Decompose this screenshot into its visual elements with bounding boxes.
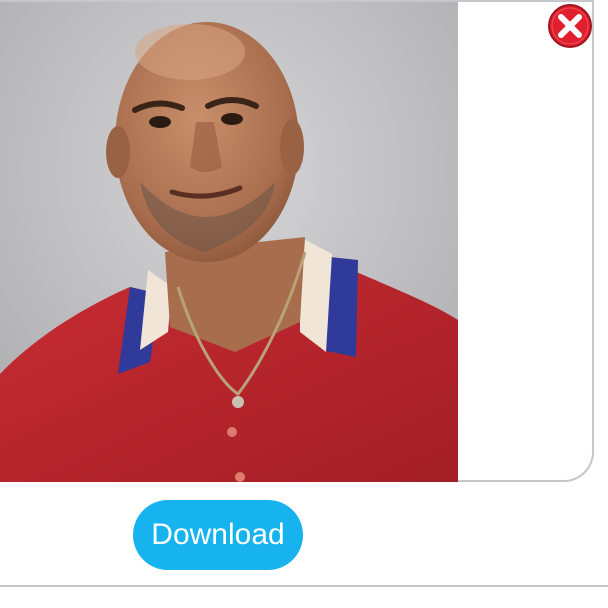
close-icon bbox=[548, 4, 592, 48]
portrait-photo bbox=[0, 2, 458, 482]
download-button[interactable]: Download bbox=[133, 500, 303, 570]
bottom-divider bbox=[0, 585, 608, 587]
close-button[interactable] bbox=[547, 3, 593, 49]
image-preview-dialog: Download bbox=[0, 0, 608, 608]
